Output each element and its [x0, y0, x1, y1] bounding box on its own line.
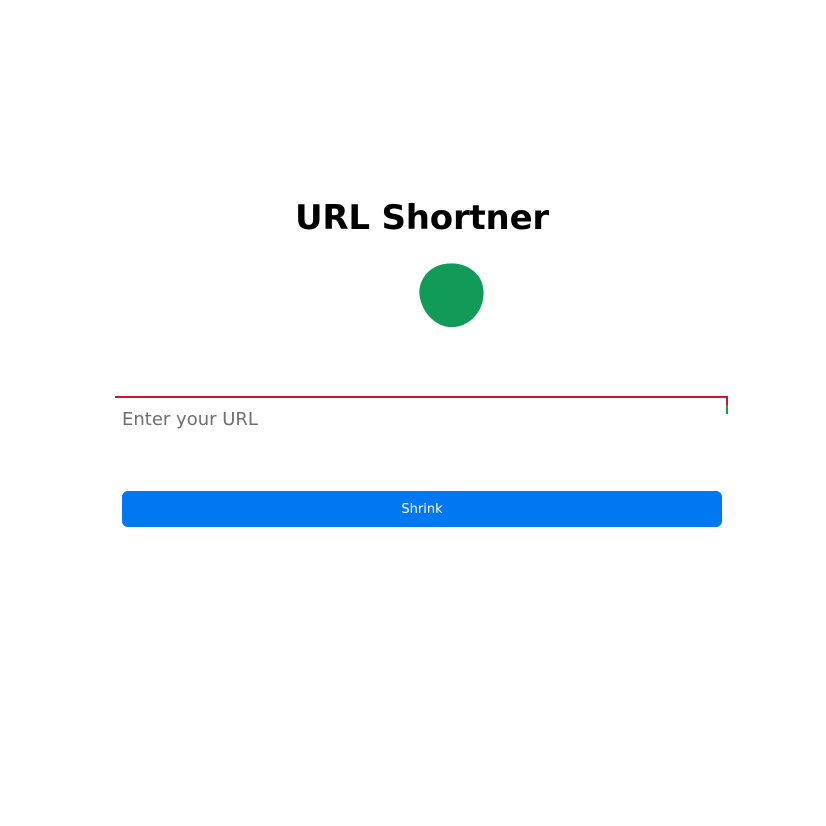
page: URL Shortner Shrink: [0, 0, 826, 826]
shrink-button[interactable]: Shrink: [122, 491, 722, 527]
input-border-valid-indicator: [726, 405, 728, 414]
url-input-group: [115, 396, 728, 460]
url-input[interactable]: [122, 404, 718, 434]
input-border-top: [115, 396, 726, 398]
page-title: URL Shortner: [295, 198, 549, 238]
input-border-corner: [726, 396, 728, 405]
loading-blob-icon: [414, 257, 490, 333]
